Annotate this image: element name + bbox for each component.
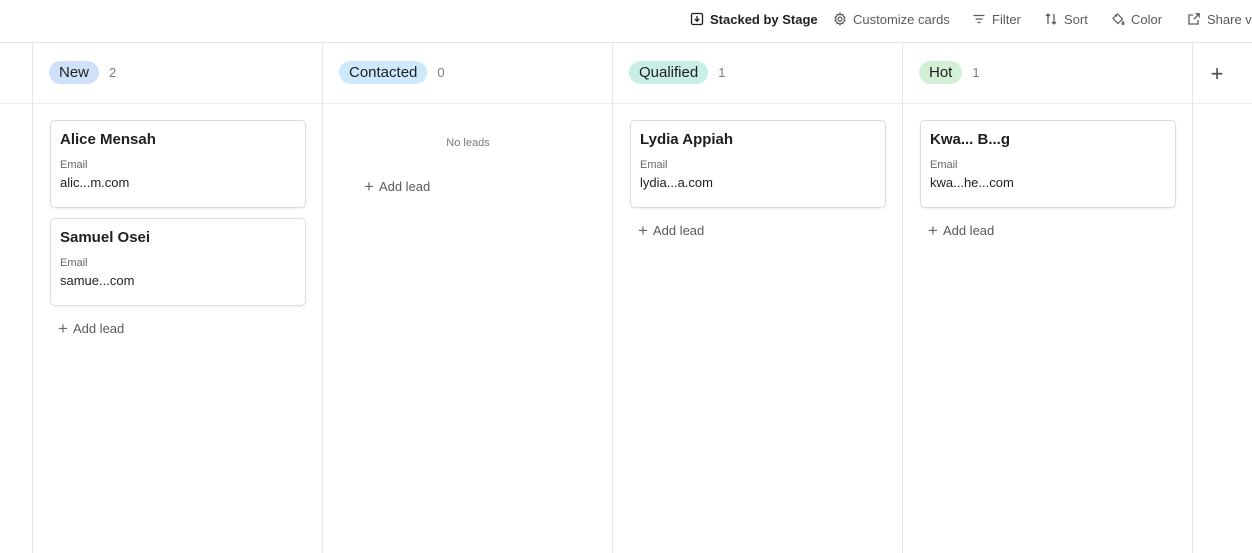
view-toolbar: Stacked by Stage Customize cards Filter … (0, 0, 1252, 43)
add-lead-button[interactable]: + Add lead (364, 177, 431, 196)
customize-cards-button[interactable]: Customize cards (833, 0, 950, 38)
email-value: lydia...a.com (640, 175, 713, 190)
add-column-button[interactable]: + (1203, 60, 1231, 88)
column-hot: Hot 1 Kwa... B...g Email kwa...he...com … (903, 43, 1193, 553)
lead-card[interactable]: Alice Mensah Email alic...m.com (50, 120, 306, 208)
lead-card[interactable]: Samuel Osei Email samue...com (50, 218, 306, 306)
add-lead-label: Add lead (942, 223, 995, 238)
plus-icon: + (928, 221, 938, 240)
lead-name: Alice Mensah (60, 131, 156, 148)
email-value: samue...com (60, 273, 135, 288)
field-label: Email (930, 159, 958, 171)
add-lead-button[interactable]: + Add lead (58, 319, 125, 338)
lead-name: Samuel Osei (60, 229, 151, 246)
column-header: Hot 1 (919, 61, 980, 84)
email-value: alic...m.com (60, 175, 130, 190)
paint-bucket-icon (1112, 13, 1125, 25)
column-qualified: Qualified 1 Lydia Appiah Email lydia...a… (613, 43, 903, 553)
column-header: Qualified 1 (629, 61, 725, 84)
color-button[interactable]: Color (1111, 0, 1162, 38)
column-header: Contacted 0 (339, 61, 445, 84)
filter-icon (973, 14, 985, 24)
stage-pill[interactable]: Qualified (629, 61, 709, 84)
lead-count: 1 (718, 65, 726, 80)
share-view-label: Share vi (1207, 11, 1252, 27)
add-lead-label: Add lead (378, 179, 431, 194)
stage-pill[interactable]: Hot (919, 61, 963, 84)
plus-icon: + (364, 177, 374, 196)
field-label: Email (60, 159, 88, 171)
email-value: kwa...he...com (930, 175, 1014, 190)
stack-icon (690, 12, 704, 26)
empty-state-text: No leads (446, 137, 490, 149)
add-lead-button[interactable]: + Add lead (638, 221, 705, 240)
lead-name: Kwa... B...g (930, 131, 1011, 148)
lead-count: 1 (972, 65, 980, 80)
column-contacted: Contacted 0 No leads + Add lead (323, 43, 613, 553)
gear-icon (834, 12, 846, 26)
stacked-by-label: Stacked by Stage (710, 11, 818, 27)
customize-cards-label: Customize cards (853, 11, 950, 27)
field-label: Email (640, 159, 668, 171)
lead-card[interactable]: Lydia Appiah Email lydia...a.com (630, 120, 886, 208)
add-lead-button[interactable]: + Add lead (928, 221, 995, 240)
share-icon (1188, 13, 1200, 25)
lead-count: 0 (437, 65, 445, 80)
lead-name: Lydia Appiah (640, 131, 734, 148)
sort-button[interactable]: Sort (1044, 0, 1088, 38)
stacked-by-button[interactable]: Stacked by Stage (690, 0, 818, 38)
sort-icon (1045, 13, 1057, 25)
column-header: New 2 (49, 61, 116, 84)
plus-icon: + (638, 221, 648, 240)
add-lead-label: Add lead (72, 321, 125, 336)
filter-label: Filter (992, 11, 1021, 27)
sort-label: Sort (1064, 11, 1088, 27)
plus-icon: + (58, 319, 68, 338)
add-lead-label: Add lead (652, 223, 705, 238)
kanban-board: New 2 Alice Mensah Email alic...m.com Sa… (0, 43, 1252, 553)
column-new: New 2 Alice Mensah Email alic...m.com Sa… (33, 43, 323, 553)
field-label: Email (60, 257, 88, 269)
stage-pill[interactable]: Contacted (339, 61, 428, 84)
color-label: Color (1131, 11, 1163, 27)
share-view-button[interactable]: Share vi (1187, 0, 1252, 38)
filter-button[interactable]: Filter (972, 0, 1021, 38)
stage-pill[interactable]: New (49, 61, 100, 84)
lead-count: 2 (109, 65, 117, 80)
lead-card[interactable]: Kwa... B...g Email kwa...he...com (920, 120, 1176, 208)
